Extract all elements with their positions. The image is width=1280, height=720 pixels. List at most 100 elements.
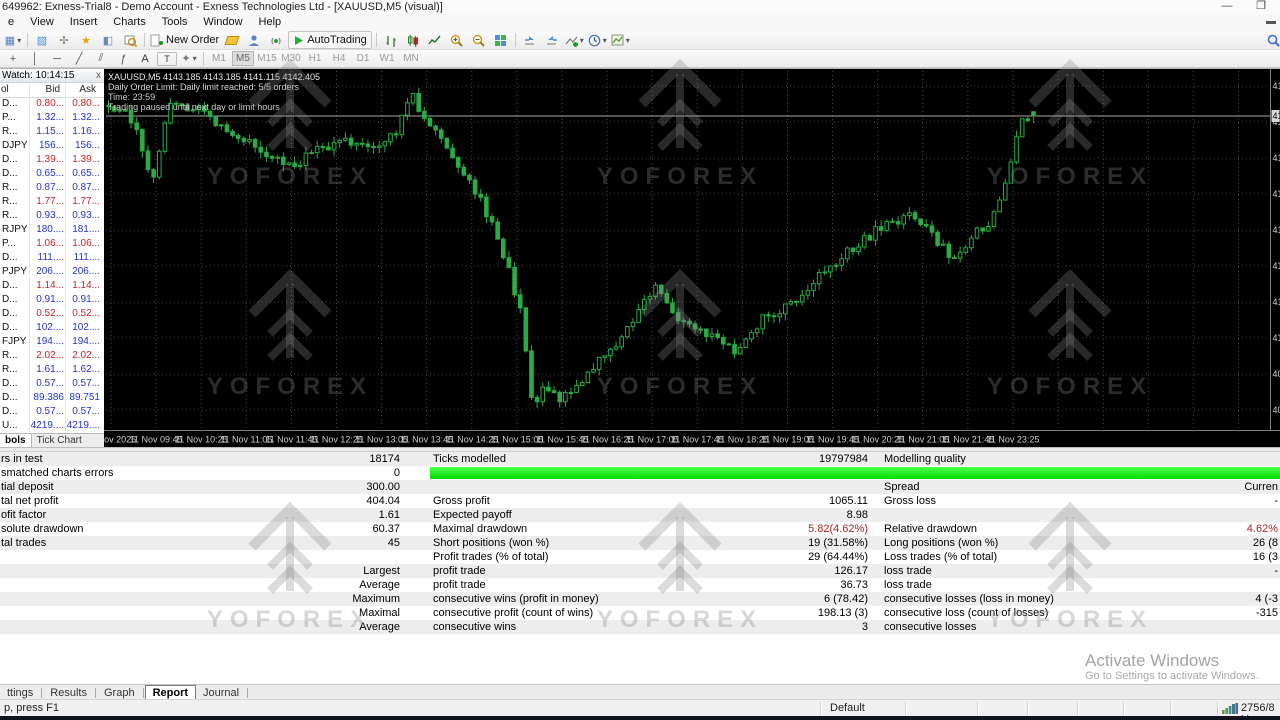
market-watch-row[interactable]: P... 1.06... 1.06... — [0, 237, 104, 251]
new-order-icon — [150, 34, 163, 46]
market-watch-row[interactable]: R... 1.15... 1.16... — [0, 125, 104, 139]
status-profile[interactable]: Default — [830, 702, 865, 714]
auto-scroll-button[interactable] — [520, 31, 540, 49]
profiles-button[interactable]: ▨ — [32, 31, 52, 49]
expert-advisors-button[interactable] — [244, 31, 264, 49]
candlestick-chart-button[interactable] — [403, 31, 423, 49]
timeframe-button-m1[interactable]: M1 — [208, 51, 230, 66]
market-watch-tab-tick-chart[interactable]: Tick Chart — [32, 434, 87, 448]
navigator-button[interactable]: ◧ — [98, 31, 118, 49]
periods-button[interactable]: ▾ — [587, 31, 608, 49]
market-watch-row[interactable]: D... 102.... 102.... — [0, 321, 104, 335]
search-button[interactable] — [1263, 31, 1280, 49]
market-watch-row[interactable]: R... 0.93... 0.93... — [0, 209, 104, 223]
menu-item-e[interactable]: e — [0, 14, 22, 28]
symbol-cell: D... — [2, 168, 18, 179]
timeframe-button-d1[interactable]: D1 — [352, 51, 374, 66]
templates-button[interactable]: ▾ — [610, 31, 631, 49]
timeframe-button-m5[interactable]: M5 — [232, 51, 254, 66]
market-watch-row[interactable]: R... 0.87... 0.87... — [0, 181, 104, 195]
maximize-button[interactable]: ❐ — [1246, 0, 1276, 14]
mdi-minimize-icon[interactable]: ▬ — [1266, 16, 1278, 28]
window-title: 649962: Exness-Trial8 - Demo Account - E… — [2, 1, 443, 13]
market-watch-row[interactable]: D... 0.52... 0.52... — [0, 307, 104, 321]
timeframe-button-h4[interactable]: H4 — [328, 51, 350, 66]
arrows-tool-button[interactable]: ✦ ▾ — [179, 50, 199, 68]
signals-button[interactable] — [266, 31, 286, 49]
tester-tab-report[interactable]: Report — [144, 685, 197, 700]
timeframe-button-m15[interactable]: M15 — [256, 51, 278, 66]
market-watch-row[interactable]: D... 89.386 89.751 — [0, 391, 104, 405]
crosshair-tool-button[interactable]: + — [3, 50, 23, 68]
market-watch-row[interactable]: R... 1.61... 1.62... — [0, 363, 104, 377]
text-tool-button[interactable]: A — [135, 50, 155, 68]
candlestick-chart[interactable]: 4147.804141.334134.854128.374121.894115.… — [104, 69, 1280, 448]
market-watch-row[interactable]: R... 2.02... 2.02... — [0, 349, 104, 363]
bar-chart-button[interactable] — [381, 31, 401, 49]
tile-windows-button[interactable] — [491, 31, 511, 49]
current-price-label: 4142.405 — [1273, 111, 1280, 121]
ask-column-header[interactable]: Ask — [66, 84, 96, 95]
line-chart-button[interactable] — [425, 31, 445, 49]
vertical-line-tool-button[interactable]: │ — [25, 50, 45, 68]
close-icon[interactable]: x — [96, 70, 101, 81]
chart-window[interactable]: 4147.804141.334134.854128.374121.894115.… — [104, 68, 1280, 448]
symbol-cell: R... — [2, 350, 18, 361]
market-watch-row[interactable]: U... 4219.... 4219.... — [0, 419, 104, 433]
market-watch-row[interactable]: D... 1.39... 1.39... — [0, 153, 104, 167]
bid-cell: 180.... — [36, 224, 64, 235]
trendline-tool-button[interactable]: ╱ — [69, 50, 89, 68]
data-window-button[interactable] — [120, 31, 140, 49]
horizontal-line-tool-button[interactable]: ─ — [47, 50, 67, 68]
eraser-button[interactable] — [222, 31, 242, 49]
indicators-button[interactable]: ▾ — [564, 31, 585, 49]
new-chart-button[interactable]: ▦ ▾ — [3, 31, 23, 49]
bid-column-header[interactable]: Bid — [30, 84, 60, 95]
market-watch-row[interactable]: D... 0.91... 0.91... — [0, 293, 104, 307]
market-watch-row[interactable]: D... 0.80... 0.80... — [0, 97, 104, 111]
menu-item-insert[interactable]: Insert — [62, 14, 106, 28]
tester-tab-ttings[interactable]: ttings — [0, 686, 40, 700]
timeframe-button-h1[interactable]: H1 — [304, 51, 326, 66]
timeframe-button-mn[interactable]: MN — [400, 51, 422, 66]
channel-tool-button[interactable]: ⫽ — [91, 50, 111, 68]
minimize-button[interactable]: — — [1212, 0, 1242, 14]
new-order-label: New Order — [166, 34, 220, 46]
chart-shift-button[interactable] — [542, 31, 562, 49]
new-order-button[interactable]: New Order — [149, 31, 220, 49]
fibonacci-tool-button[interactable]: ƒ — [113, 50, 133, 68]
market-watch-row[interactable]: D... 0.65... 0.65... — [0, 167, 104, 181]
menu-item-help[interactable]: Help — [251, 14, 290, 28]
menu-item-charts[interactable]: Charts — [105, 14, 153, 28]
favorites-button[interactable]: ★ — [76, 31, 96, 49]
market-watch-tab-bols[interactable]: bols — [0, 434, 32, 448]
tester-tab-journal[interactable]: Journal — [196, 686, 246, 700]
menu-item-window[interactable]: Window — [195, 14, 250, 28]
dropdown-arrow-icon: ▾ — [579, 35, 584, 45]
timeframe-button-w1[interactable]: W1 — [376, 51, 398, 66]
text-label-tool-button[interactable]: T — [157, 51, 177, 66]
market-watch-row[interactable]: PJPY 206.... 206.... — [0, 265, 104, 279]
tester-tab-graph[interactable]: Graph — [97, 686, 142, 700]
timeframe-button-m30[interactable]: M30 — [280, 51, 302, 66]
symbol-column-header[interactable]: ol — [1, 84, 9, 95]
market-watch-row[interactable]: FJPY 194.... 194.... — [0, 335, 104, 349]
market-watch-row[interactable]: D... 0.57... 0.57... — [0, 377, 104, 391]
cursor-crosshair-button[interactable]: ✢ — [54, 31, 74, 49]
menu-item-tools[interactable]: Tools — [154, 14, 196, 28]
zoom-in-button[interactable] — [447, 31, 467, 49]
market-watch-row[interactable]: P... 1.32... 1.32... — [0, 111, 104, 125]
market-watch-row[interactable]: DJPY 156... 156... — [0, 139, 104, 153]
symbol-cell: FJPY — [2, 336, 27, 347]
market-watch-row[interactable]: D... 0.57... 0.57... — [0, 405, 104, 419]
bid-cell: 1.77... — [36, 196, 64, 207]
zoom-out-button[interactable] — [469, 31, 489, 49]
autotrading-button[interactable]: AutoTrading — [288, 31, 372, 49]
tester-tab-results[interactable]: Results — [43, 686, 94, 700]
market-watch-row[interactable]: R... 1.77... 1.77... — [0, 195, 104, 209]
market-watch-row[interactable]: RJPY 180.... 181.... — [0, 223, 104, 237]
market-watch-row[interactable]: D... 111.... 111.... — [0, 251, 104, 265]
market-watch-panel: Watch: 10:14:15 x ol Bid Ask D... 0.80...… — [0, 68, 104, 449]
market-watch-row[interactable]: D... 1.14... 1.14... — [0, 279, 104, 293]
menu-item-view[interactable]: View — [22, 14, 62, 28]
